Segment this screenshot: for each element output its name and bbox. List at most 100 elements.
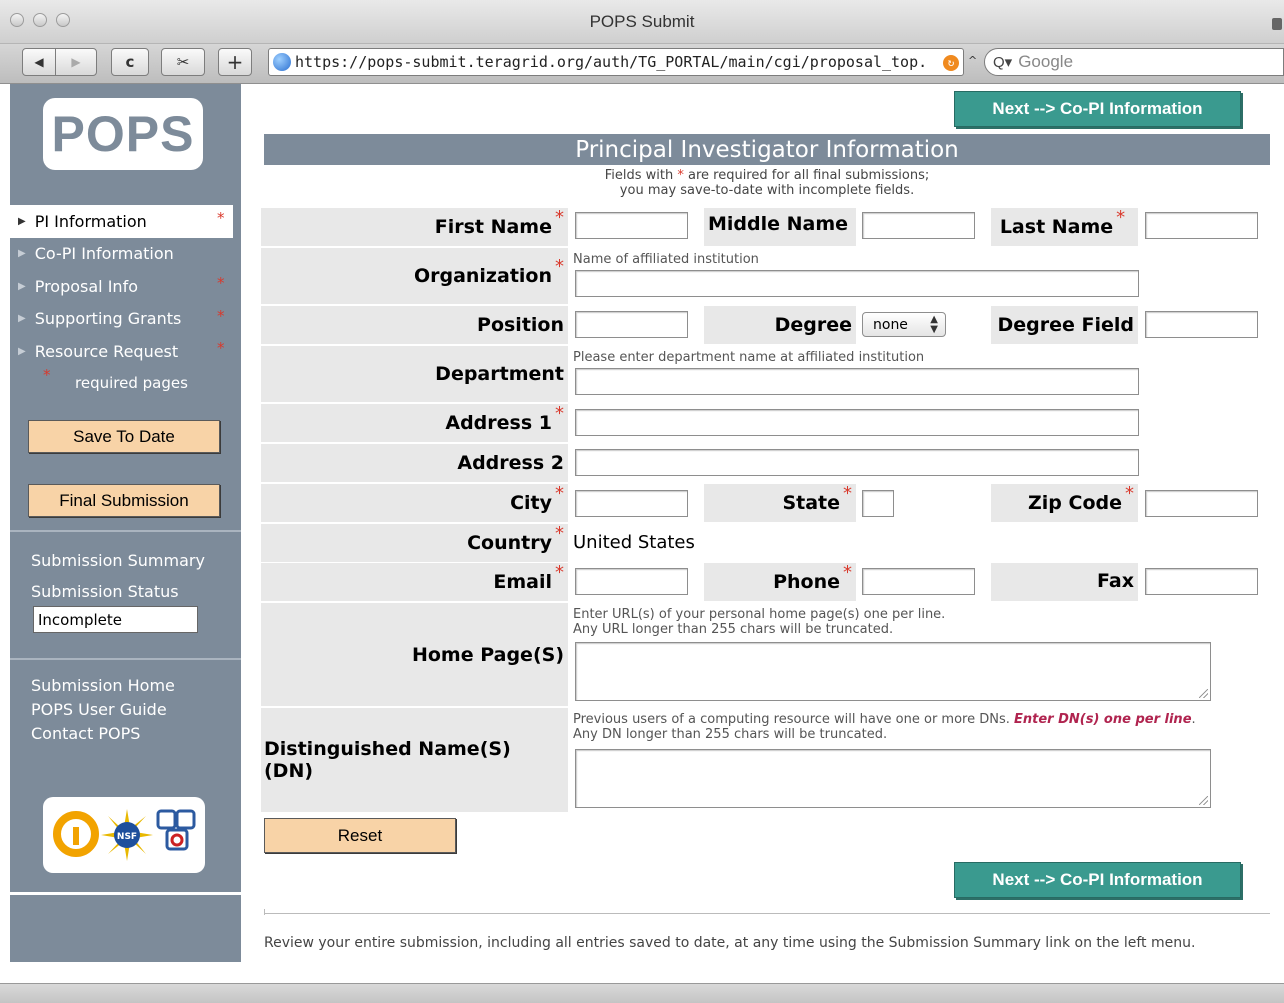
state-label: State * [704, 483, 856, 522]
required-pages-label: required pages [75, 374, 188, 392]
sidebar-item-label: Co-PI Information [34, 244, 174, 264]
address-bar[interactable]: https://pops-submit.teragrid.org/auth/TG… [268, 48, 964, 76]
sidebar-item-co-pi-information[interactable]: ▶ Co-PI Information [10, 238, 241, 271]
home-page-label: Home Page(S) [261, 603, 568, 706]
country-value: United States [573, 532, 695, 553]
user-guide-link[interactable]: POPS User Guide [31, 700, 167, 719]
forward-button[interactable]: ▶ [55, 48, 97, 76]
address1-label: Address 1 * [261, 403, 568, 442]
nsf-text: NSF [117, 832, 137, 842]
dn-textarea[interactable] [575, 749, 1211, 808]
email-input[interactable] [575, 568, 688, 595]
required-star: * [217, 274, 225, 292]
first-name-input[interactable] [575, 212, 688, 239]
phone-label: Phone * [704, 562, 856, 601]
submission-home-link[interactable]: Submission Home [31, 676, 175, 695]
position-input[interactable] [575, 311, 688, 338]
sidebar-item-supporting-grants[interactable]: ▶ Supporting Grants * [10, 303, 241, 336]
middle-name-input[interactable] [862, 212, 975, 239]
organization-hint: Name of affiliated institution [573, 252, 759, 267]
required-star: * [217, 209, 225, 227]
zip-code-label: Zip Code * [991, 483, 1138, 522]
home-page-hint: Enter URL(s) of your personal home page(… [573, 607, 946, 637]
resize-grip-icon[interactable] [1199, 796, 1208, 805]
fax-input[interactable] [1145, 568, 1258, 595]
city-label: City * [261, 483, 568, 522]
country-label: Country * [261, 523, 568, 562]
rss-refresh-icon[interactable]: ↻ [943, 55, 959, 71]
department-hint: Please enter department name at affiliat… [573, 350, 925, 365]
department-input[interactable] [575, 368, 1139, 395]
address-text: https://pops-submit.teragrid.org/auth/TG… [295, 53, 928, 71]
teragrid-logo [53, 811, 99, 857]
email-label: Email * [261, 562, 568, 601]
sidebar-item-proposal-info[interactable]: ▶ Proposal Info * [10, 270, 241, 303]
phone-input[interactable] [862, 568, 975, 595]
state-input[interactable] [862, 490, 894, 517]
triangle-right-icon: ▶ [18, 345, 26, 357]
reset-button[interactable]: Reset [264, 818, 456, 853]
window-titlebar: POPS Submit [0, 0, 1284, 44]
sidebar-item-label: Supporting Grants [34, 309, 182, 329]
add-bookmark-button[interactable]: + [218, 48, 252, 76]
required-star: * [43, 366, 51, 384]
snapback-button[interactable]: ✂ [161, 48, 205, 76]
status-bar [0, 983, 1284, 1003]
triangle-right-icon: ▶ [18, 215, 26, 227]
resize-grip-icon[interactable] [1199, 689, 1208, 698]
required-star: * [217, 339, 225, 357]
lock-icon [1272, 18, 1282, 30]
reload-button[interactable]: c [111, 48, 149, 76]
sidebar-item-label: Resource Request [34, 341, 179, 361]
triangle-right-icon: ▶ [18, 280, 26, 292]
contact-pops-link[interactable]: Contact POPS [31, 724, 140, 743]
address2-input[interactable] [575, 449, 1139, 476]
city-input[interactable] [575, 490, 688, 517]
sidebar: POPS ▶ PI Information * ▶ Co-PI Informat… [10, 84, 241, 962]
search-field[interactable]: Q▾ Google [984, 48, 1284, 76]
reload-icon: c [125, 53, 135, 71]
dn-hint: Previous users of a computing resource w… [573, 712, 1196, 742]
address1-input[interactable] [575, 409, 1139, 436]
home-page-textarea[interactable] [575, 642, 1211, 701]
submission-status-value: Incomplete [33, 606, 198, 633]
triangle-right-icon: ▶ [18, 313, 26, 325]
first-name-label: First Name * [261, 207, 568, 246]
middle-name-label: Middle Name [704, 208, 856, 246]
sidebar-divider [10, 530, 241, 532]
browser-toolbar: ◀ ▶ c ✂ + https://pops-submit.teragrid.o… [0, 44, 1284, 84]
section-title: Principal Investigator Information [264, 134, 1270, 165]
chevron-up-icon: ^ [968, 54, 978, 67]
submission-status-label: Submission Status [31, 582, 179, 601]
submission-summary-link[interactable]: Submission Summary [31, 551, 205, 570]
save-to-date-button[interactable]: Save To Date [28, 420, 220, 453]
back-button[interactable]: ◀ [22, 48, 56, 76]
degree-field-input[interactable] [1145, 311, 1258, 338]
sidebar-item-pi-information[interactable]: ▶ PI Information * [10, 205, 233, 238]
scissors-icon: ✂ [176, 53, 190, 71]
organization-label: Organization * [261, 248, 568, 304]
grid-partner-logo [156, 809, 196, 851]
window-title: POPS Submit [589, 12, 695, 31]
degree-field-label: Degree Field [991, 306, 1138, 344]
main-content: Next --> Co-PI Information Principal Inv… [241, 84, 1284, 983]
degree-select[interactable]: none ▲ ▼ [862, 312, 946, 337]
zip-code-input[interactable] [1145, 490, 1258, 517]
dn-label: Distinguished Name(S) (DN) [261, 708, 568, 812]
last-name-label: Last Name * [991, 207, 1138, 246]
sidebar-item-resource-request[interactable]: ▶ Resource Request * [10, 335, 241, 368]
main-divider [264, 909, 1270, 915]
organization-input[interactable] [575, 270, 1139, 297]
pops-logo[interactable]: POPS [43, 98, 203, 170]
required-star: * [217, 306, 225, 325]
fax-label: Fax [991, 563, 1138, 601]
review-note: Review your entire submission, including… [264, 935, 1196, 951]
degree-label: Degree [704, 306, 856, 344]
triangle-right-icon: ▶ [18, 248, 26, 260]
last-name-input[interactable] [1145, 212, 1258, 239]
sidebar-nav: ▶ PI Information * ▶ Co-PI Information ▶… [10, 205, 241, 368]
next-co-pi-button-top[interactable]: Next --> Co-PI Information [954, 91, 1241, 127]
final-submission-button[interactable]: Final Submission [28, 484, 220, 517]
search-placeholder: Google [1018, 52, 1074, 71]
next-co-pi-button-bottom[interactable]: Next --> Co-PI Information [954, 862, 1241, 898]
